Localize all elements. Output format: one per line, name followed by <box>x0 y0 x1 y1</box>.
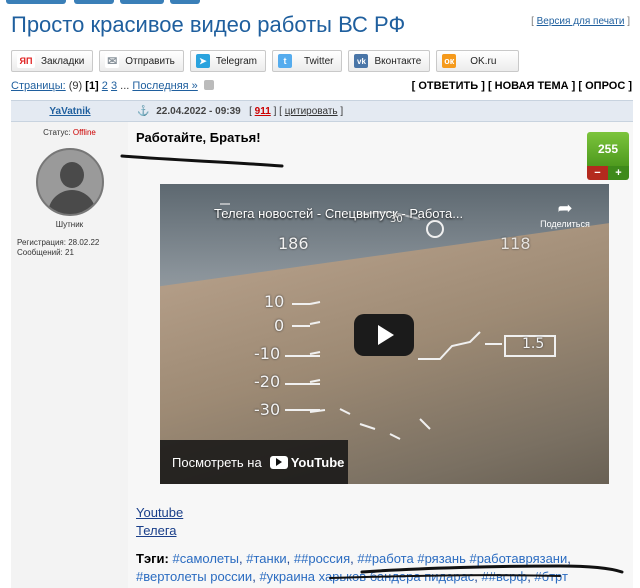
page-current: [1] <box>85 80 99 92</box>
page-title: Просто красивое видео работы ВС РФ <box>11 12 406 37</box>
telega-link[interactable]: Телега <box>136 522 183 540</box>
mail-icon: ✉ <box>105 54 120 68</box>
author-rank: Шутник <box>55 220 84 229</box>
share-bar: ЯП Закладки ✉ Отправить ➤ Telegram t Twitter… <box>11 50 520 72</box>
pages-label[interactable]: Страницы: <box>11 80 66 92</box>
page-2-link[interactable]: 2 <box>102 80 108 92</box>
post-date: 22.04.2022 - 09:39 <box>156 106 241 117</box>
pagination: Страницы: (9) [1] 2 3 ... Последняя » <box>11 80 214 92</box>
anchor-icon[interactable]: ⚓ <box>137 106 149 117</box>
avatar[interactable] <box>36 148 104 216</box>
tag-link[interactable]: #вертолеты россии <box>136 569 252 584</box>
watch-on-youtube-button[interactable]: Посмотреть на YouTube <box>160 440 348 484</box>
tag-link[interactable]: ##работа <box>357 551 413 566</box>
top-strip <box>0 0 640 6</box>
tag-link[interactable]: ##всрф <box>482 569 528 584</box>
registration-date: Регистрация: 28.02.22 <box>17 238 100 247</box>
ok-button[interactable]: ок OK.ru <box>436 50 520 72</box>
tag-link[interactable]: #украина харьков бандера пидарас <box>259 569 474 584</box>
post-number[interactable]: 911 <box>255 106 271 117</box>
bookmarks-button[interactable]: ЯП Закладки <box>11 50 94 72</box>
author-status: Статус: Offline <box>43 128 96 137</box>
tag-link[interactable]: #рязань <box>417 551 466 566</box>
tag-link[interactable]: #танки <box>246 551 286 566</box>
tag-link[interactable]: ##россия <box>294 551 350 566</box>
telegram-icon: ➤ <box>195 54 210 68</box>
tags-line: Тэги: #самолеты, #танки, ##россия, ##раб… <box>136 551 571 584</box>
odnoklassniki-icon: ок <box>442 54 457 68</box>
rss-icon[interactable] <box>203 80 214 90</box>
rating-plus-button[interactable]: + <box>608 166 629 180</box>
rating-value: 255 <box>587 132 629 166</box>
video-share-button[interactable]: ➦ Поделиться <box>535 198 595 229</box>
post-header: YaVatnik ⚓ 22.04.2022 - 09:39 [ 911 ] [ … <box>11 100 633 122</box>
post-links: Youtube Телега <box>136 504 183 540</box>
video-title[interactable]: Телега новостей - Спецвыпуск - Работа... <box>214 206 463 221</box>
rating-minus-button[interactable]: − <box>587 166 608 180</box>
quote-link[interactable]: цитировать <box>285 106 338 117</box>
tag-link[interactable]: #бтрт <box>534 569 568 584</box>
youtube-link[interactable]: Youtube <box>136 504 183 522</box>
post-meta: ⚓ 22.04.2022 - 09:39 [ 911 ] [ цитироват… <box>137 106 344 117</box>
topic-actions[interactable]: [ ОТВЕТИТЬ ] [ НОВАЯ ТЕМА ] [ ОПРОС ] <box>412 80 632 92</box>
page-3-link[interactable]: 3 <box>111 80 117 92</box>
tag-link[interactable]: #работаврязани <box>469 551 567 566</box>
yandex-icon: ЯП <box>17 54 35 68</box>
tag-link[interactable]: #самолеты <box>172 551 239 566</box>
author-info: Регистрация: 28.02.22 Сообщений: 21 <box>17 238 99 258</box>
author-name[interactable]: YaVatnik <box>11 106 129 117</box>
print-version-link[interactable]: [ Версия для печати ] <box>531 16 630 27</box>
telegram-button[interactable]: ➤ Telegram <box>189 50 267 72</box>
post-content: Работайте, Братья! 255 − + Телега новост… <box>128 122 633 588</box>
last-page-link[interactable]: Последняя » <box>132 80 197 92</box>
send-button[interactable]: ✉ Отправить <box>99 50 184 72</box>
twitter-icon: t <box>278 54 293 68</box>
tags-label: Тэги: <box>136 551 169 566</box>
play-icon <box>378 325 394 345</box>
play-button[interactable] <box>354 314 414 356</box>
youtube-logo-icon: YouTube <box>269 455 344 470</box>
author-panel: Статус: Offline Шутник Регистрация: 28.0… <box>11 122 128 588</box>
video-embed[interactable]: Телега новостей - Спецвыпуск - Работа...… <box>160 184 609 484</box>
post-headline: Работайте, Братья! <box>136 130 261 145</box>
vk-icon: vk <box>354 54 369 68</box>
message-count: Сообщений: 21 <box>17 248 74 257</box>
twitter-button[interactable]: t Twitter <box>272 50 343 72</box>
share-arrow-icon: ➦ <box>557 198 573 218</box>
vk-button[interactable]: vk Вконтакте <box>348 50 431 72</box>
rating-widget: 255 − + <box>587 132 629 180</box>
